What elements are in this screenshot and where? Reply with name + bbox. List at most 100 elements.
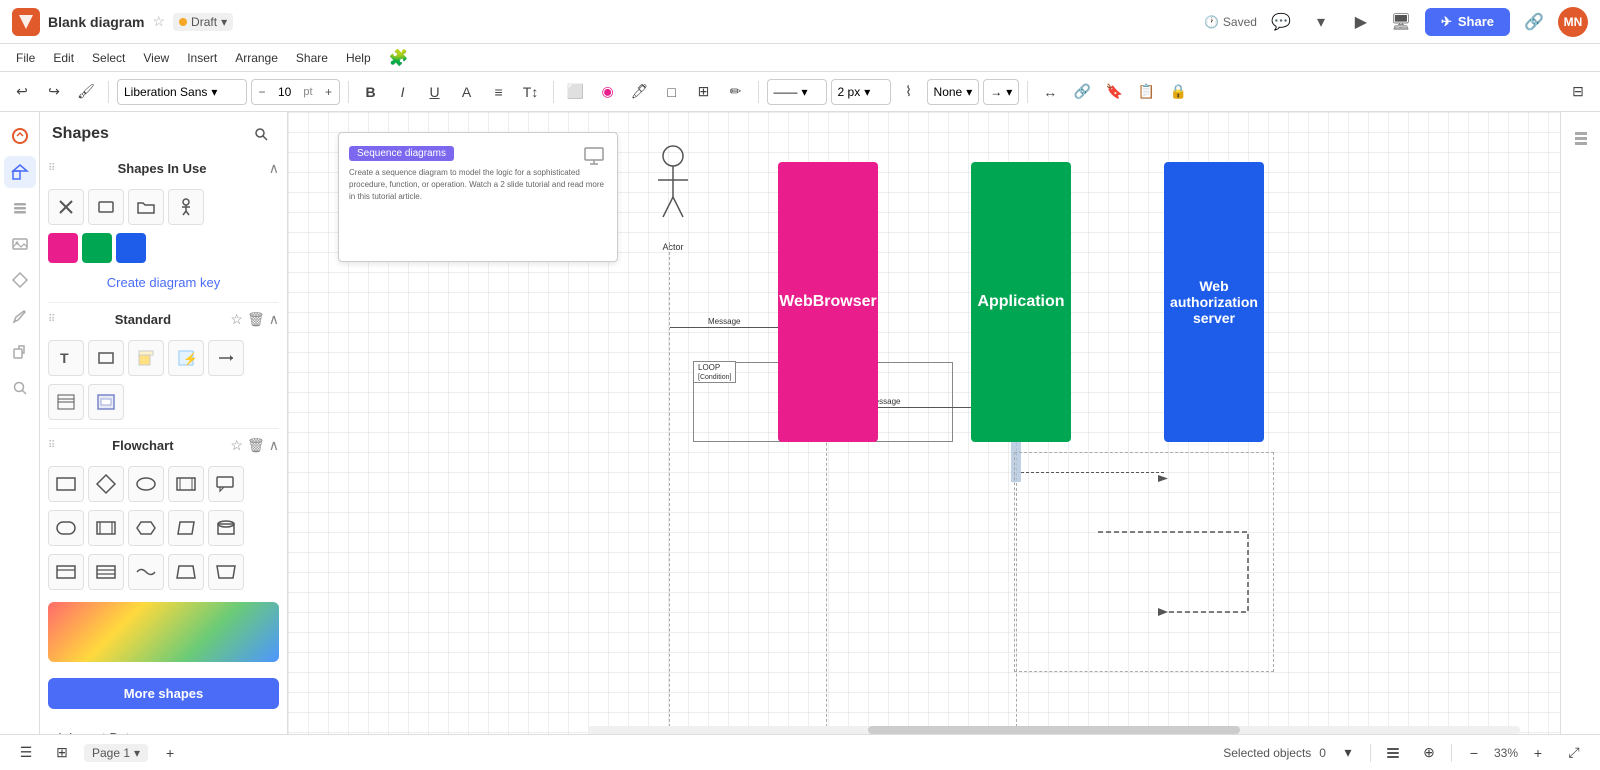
create-diagram-key-link[interactable]: Create diagram key bbox=[48, 267, 279, 298]
more-style-button[interactable]: ⊞ bbox=[690, 78, 718, 106]
h-scrollbar-track[interactable] bbox=[588, 726, 1520, 734]
list-view-button[interactable]: ☰ bbox=[12, 739, 40, 767]
fc-para[interactable] bbox=[168, 510, 204, 546]
draft-badge[interactable]: Draft ▾ bbox=[173, 13, 233, 31]
canvas-area[interactable]: Sequence diagrams Create a sequence diag… bbox=[288, 112, 1560, 770]
folder-shape[interactable] bbox=[128, 189, 164, 225]
list-shape[interactable] bbox=[48, 384, 84, 420]
lock-button[interactable]: 🔒 bbox=[1164, 78, 1192, 106]
zoom-in-button[interactable]: + bbox=[1524, 739, 1552, 767]
text-align-button[interactable]: ≡ bbox=[485, 78, 513, 106]
menu-share[interactable]: Share bbox=[288, 49, 336, 67]
connection-start-selector[interactable]: None ▾ bbox=[927, 79, 980, 105]
copy-link-button[interactable]: 📋 bbox=[1132, 78, 1160, 106]
fc-hex[interactable] bbox=[128, 510, 164, 546]
underline-button[interactable]: U bbox=[421, 78, 449, 106]
fc-s4[interactable] bbox=[168, 554, 204, 590]
fc-proc[interactable] bbox=[88, 510, 124, 546]
search-icon[interactable] bbox=[4, 372, 36, 404]
bold-button[interactable]: B bbox=[357, 78, 385, 106]
color-swatch-green[interactable] bbox=[82, 233, 112, 263]
image-icon[interactable] bbox=[4, 228, 36, 260]
font-size-control[interactable]: − 10 pt + bbox=[251, 79, 340, 105]
favorite-icon[interactable]: ☆ bbox=[152, 13, 165, 30]
more-shapes-button[interactable]: More shapes bbox=[48, 678, 279, 709]
rect-outline-shape[interactable] bbox=[88, 189, 124, 225]
shadow-button[interactable]: □ bbox=[658, 78, 686, 106]
line-shape[interactable] bbox=[208, 340, 244, 376]
flowchart-header[interactable]: ⠿ Flowchart ☆ 🗑 ∧ bbox=[48, 433, 279, 458]
search-shapes-button[interactable] bbox=[247, 120, 275, 148]
shapes-in-use-header[interactable]: ⠿ Shapes In Use ∧ bbox=[48, 156, 279, 181]
rect-shape[interactable] bbox=[88, 340, 124, 376]
italic-button[interactable]: I bbox=[389, 78, 417, 106]
text-shape[interactable]: T bbox=[48, 340, 84, 376]
link-button-tb[interactable]: 🔗 bbox=[1068, 78, 1096, 106]
menu-view[interactable]: View bbox=[135, 49, 177, 67]
color-swatch-pink[interactable] bbox=[48, 233, 78, 263]
edit-style-button[interactable]: ✏ bbox=[722, 78, 750, 106]
waypoint-button[interactable]: ⌇ bbox=[895, 78, 923, 106]
menu-insert[interactable]: Insert bbox=[179, 49, 225, 67]
template-icon[interactable] bbox=[4, 264, 36, 296]
fc-rect[interactable] bbox=[48, 466, 84, 502]
format-panel-toggle[interactable] bbox=[1567, 124, 1595, 152]
fc-cylinder[interactable] bbox=[208, 510, 244, 546]
menu-select[interactable]: Select bbox=[84, 49, 133, 67]
menu-edit[interactable]: Edit bbox=[45, 49, 82, 67]
star-icon-fc[interactable]: ☆ bbox=[230, 437, 243, 454]
shapes-icon active[interactable] bbox=[4, 156, 36, 188]
x-shape[interactable] bbox=[48, 189, 84, 225]
layers-status-button[interactable] bbox=[1379, 739, 1407, 767]
selected-objects-chevron[interactable]: ▾ bbox=[1334, 739, 1362, 767]
format-panel-button[interactable]: ⊟ bbox=[1564, 78, 1592, 106]
fc-double-rect[interactable] bbox=[168, 466, 204, 502]
collapse-icon-std[interactable]: ∧ bbox=[269, 311, 279, 328]
star-icon-std[interactable]: ☆ bbox=[230, 311, 243, 328]
connection-end-selector[interactable]: → ▾ bbox=[983, 79, 1019, 105]
fc-s2[interactable] bbox=[88, 554, 124, 590]
flash-shape[interactable]: ⚡ bbox=[168, 340, 204, 376]
user-avatar[interactable]: MN bbox=[1558, 7, 1588, 37]
font-size-increase[interactable]: + bbox=[319, 85, 339, 99]
standard-header[interactable]: ⠿ Standard ☆ 🗑 ∧ bbox=[48, 307, 279, 332]
font-size-decrease[interactable]: − bbox=[252, 85, 272, 99]
fc-term[interactable] bbox=[48, 510, 84, 546]
share-button[interactable]: ✈ Share bbox=[1425, 8, 1510, 36]
format-status-button[interactable]: ⊕ bbox=[1415, 739, 1443, 767]
fc-s1[interactable] bbox=[48, 554, 84, 590]
zoom-out-button[interactable]: − bbox=[1460, 739, 1488, 767]
font-family-selector[interactable]: Liberation Sans ▾ bbox=[117, 79, 247, 105]
person-shape[interactable] bbox=[168, 189, 204, 225]
connection-arrows-button[interactable]: ↔ bbox=[1036, 78, 1064, 106]
comments-button[interactable]: 💬 bbox=[1265, 6, 1297, 38]
font-color-button[interactable]: A bbox=[453, 78, 481, 106]
home-icon[interactable] bbox=[4, 120, 36, 152]
line-style-selector[interactable]: —— ▾ bbox=[767, 79, 827, 105]
line-width-selector[interactable]: 2 px ▾ bbox=[831, 79, 891, 105]
redo-button[interactable]: ↪ bbox=[40, 78, 68, 106]
fc-s3[interactable] bbox=[128, 554, 164, 590]
page-1-tab[interactable]: Page 1 ▾ bbox=[84, 744, 148, 762]
collapse-icon[interactable]: ∧ bbox=[269, 160, 279, 177]
fc-callout[interactable] bbox=[208, 466, 244, 502]
dropdown-button[interactable]: ▾ bbox=[1305, 6, 1337, 38]
menu-help[interactable]: Help bbox=[338, 49, 379, 67]
collapse-icon-fc[interactable]: ∧ bbox=[269, 437, 279, 454]
geometry-button[interactable]: ⬜ bbox=[562, 78, 590, 106]
screen-button[interactable]: 🖥 bbox=[1385, 6, 1417, 38]
menu-arrange[interactable]: Arrange bbox=[227, 49, 286, 67]
grid-view-button[interactable]: ⊞ bbox=[48, 739, 76, 767]
delete-icon-fc[interactable]: 🗑 bbox=[247, 437, 265, 454]
fill-color-button[interactable]: ◉ bbox=[594, 78, 622, 106]
note-shape[interactable] bbox=[128, 340, 164, 376]
color-swatch-blue[interactable] bbox=[116, 233, 146, 263]
add-page-button[interactable]: + bbox=[156, 739, 184, 767]
container-shape[interactable] bbox=[88, 384, 124, 420]
line-color-button[interactable]: 🖊 bbox=[626, 78, 654, 106]
delete-icon-std[interactable]: 🗑 bbox=[247, 311, 265, 328]
document-title[interactable]: Blank diagram bbox=[48, 14, 144, 30]
layers-icon[interactable] bbox=[4, 192, 36, 224]
extensions-icon[interactable]: 🧩 bbox=[389, 48, 409, 68]
link-button[interactable]: 🔗 bbox=[1518, 6, 1550, 38]
